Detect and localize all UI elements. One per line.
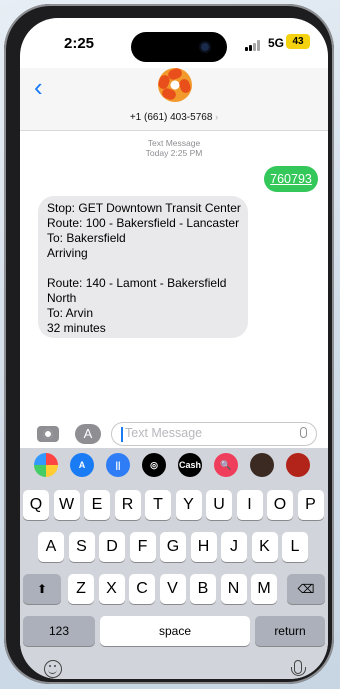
key-r[interactable]: R bbox=[114, 490, 141, 520]
incoming-bubble[interactable]: Stop: GET Downtown Transit Center Route:… bbox=[38, 196, 248, 338]
incoming-line: Arriving bbox=[47, 246, 88, 260]
outgoing-bubble[interactable]: 760793 bbox=[264, 166, 318, 192]
message-thread: Text Message Today 2:25 PM 760793 Stop: … bbox=[20, 130, 328, 420]
key-g[interactable]: G bbox=[160, 532, 186, 562]
space-key[interactable]: space bbox=[100, 616, 250, 646]
incoming-line: North bbox=[47, 291, 77, 305]
incoming-line: Stop: GET Downtown Transit Center bbox=[47, 201, 241, 215]
incoming-line: To: Bakersfield bbox=[47, 231, 126, 245]
camera-icon[interactable] bbox=[37, 426, 59, 442]
app-store-icon: A bbox=[83, 426, 93, 441]
key-f[interactable]: F bbox=[129, 532, 156, 562]
key-e[interactable]: E bbox=[84, 490, 110, 520]
message-placeholder: Text Message bbox=[125, 426, 203, 440]
phone-frame: 2:25 5G 43 ‹ +1 (661) 403-5768 › Text Me… bbox=[4, 4, 334, 684]
timestamp-header: Text Message Today 2:25 PM bbox=[20, 138, 328, 158]
contact-number-text: +1 (661) 403-5768 bbox=[129, 112, 213, 123]
key-u[interactable]: U bbox=[206, 490, 232, 520]
key-q[interactable]: Q bbox=[23, 490, 49, 520]
contact-number[interactable]: +1 (661) 403-5768 › bbox=[20, 112, 328, 123]
battery-indicator: 43 bbox=[286, 34, 310, 49]
camera-dot-icon bbox=[201, 43, 209, 51]
key-k[interactable]: K bbox=[251, 532, 278, 562]
key-o[interactable]: O bbox=[267, 490, 293, 520]
key-z[interactable]: Z bbox=[68, 574, 94, 604]
compose-bar: A Text Message bbox=[20, 418, 328, 452]
emoji-icon[interactable] bbox=[44, 660, 62, 678]
key-l[interactable]: L bbox=[282, 532, 308, 562]
numbers-key[interactable]: 123 bbox=[23, 616, 95, 646]
delete-key[interactable]: ⌫ bbox=[287, 574, 325, 604]
key-s[interactable]: S bbox=[68, 532, 95, 562]
network-label: 5G bbox=[268, 36, 285, 50]
key-a[interactable]: A bbox=[38, 532, 64, 562]
key-v[interactable]: V bbox=[159, 574, 186, 604]
key-n[interactable]: N bbox=[220, 574, 247, 604]
key-j[interactable]: J bbox=[221, 532, 247, 562]
status-time: 2:25 bbox=[64, 35, 95, 52]
search-app-icon[interactable]: 🔍 bbox=[214, 453, 238, 477]
fitness-app-icon[interactable]: ◎ bbox=[142, 453, 166, 477]
dictation-mic-icon[interactable] bbox=[300, 427, 307, 438]
key-m[interactable]: M bbox=[251, 574, 277, 604]
appstore-app-icon[interactable]: A bbox=[70, 453, 94, 477]
incoming-line: Route: 140 - Lamont - Bakersfield bbox=[47, 276, 227, 290]
outgoing-text-link[interactable]: 760793 bbox=[270, 172, 312, 186]
shift-key[interactable]: ⬆ bbox=[23, 574, 61, 604]
status-bar: 2:25 5G 43 bbox=[20, 18, 328, 70]
conversation-header: ‹ +1 (661) 403-5768 › bbox=[20, 66, 328, 131]
cash-app-icon[interactable]: Cash bbox=[178, 453, 202, 477]
audio-app-icon[interactable]: || bbox=[106, 453, 130, 477]
phone-screen: 2:25 5G 43 ‹ +1 (661) 403-5768 › Text Me… bbox=[20, 18, 328, 679]
key-d[interactable]: D bbox=[99, 532, 125, 562]
incoming-line-blank bbox=[47, 261, 239, 276]
key-p[interactable]: P bbox=[297, 490, 324, 520]
key-w[interactable]: W bbox=[53, 490, 80, 520]
photos-app-icon[interactable] bbox=[34, 453, 58, 477]
key-i[interactable]: I bbox=[236, 490, 263, 520]
incoming-line: Route: 100 - Bakersfield - Lancaster bbox=[47, 216, 240, 230]
key-t[interactable]: T bbox=[145, 490, 171, 520]
key-y[interactable]: Y bbox=[175, 490, 202, 520]
avatar[interactable] bbox=[156, 66, 193, 102]
key-c[interactable]: C bbox=[129, 574, 155, 604]
return-key[interactable]: return bbox=[255, 616, 325, 646]
dynamic-island bbox=[131, 32, 227, 62]
message-time-label: Today 2:25 PM bbox=[145, 148, 203, 158]
stickers-app-icon[interactable] bbox=[286, 453, 310, 477]
signal-icon bbox=[245, 40, 263, 51]
chevron-left-icon[interactable]: ‹ bbox=[34, 74, 43, 100]
incoming-line: 32 minutes bbox=[47, 321, 106, 335]
message-input[interactable]: Text Message bbox=[111, 422, 317, 446]
chevron-right-icon: › bbox=[215, 112, 219, 122]
message-type-label: Text Message bbox=[147, 138, 201, 148]
key-h[interactable]: H bbox=[190, 532, 217, 562]
text-caret bbox=[121, 427, 123, 442]
app-drawer: A || ◎ Cash 🔍 bbox=[20, 448, 328, 484]
key-x[interactable]: X bbox=[98, 574, 125, 604]
incoming-line: To: Arvin bbox=[47, 306, 94, 320]
memoji-app-icon[interactable] bbox=[250, 453, 274, 477]
keyboard: A || ◎ Cash 🔍 Q W E R T Y U I O P A S D F G H J K L ⬆ Z X C V B N M ⌫ 12… bbox=[20, 448, 328, 679]
key-b[interactable]: B bbox=[190, 574, 216, 604]
microphone-icon[interactable] bbox=[291, 660, 306, 676]
app-store-button[interactable]: A bbox=[75, 424, 101, 444]
